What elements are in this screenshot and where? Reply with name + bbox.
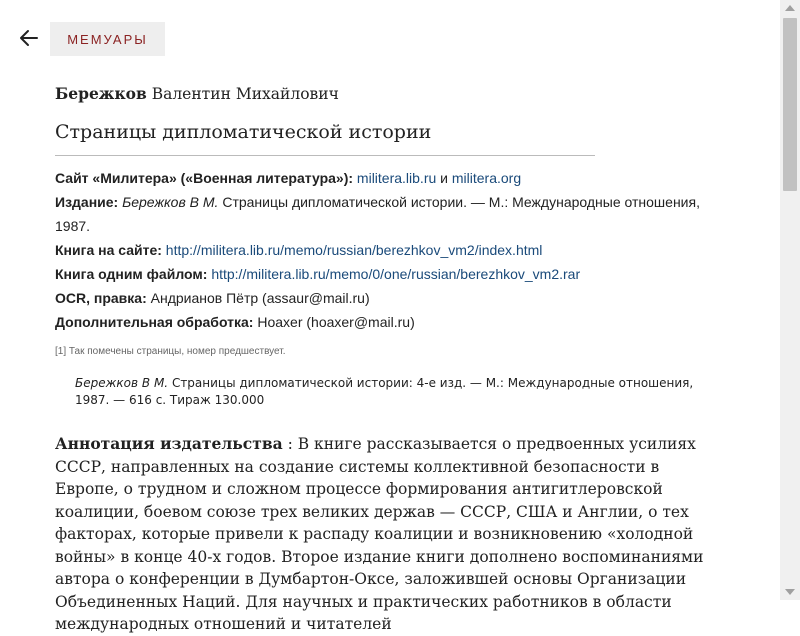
author-last-name: Бережков (55, 84, 147, 103)
onefile-label: Книга одним файлом: (55, 266, 208, 282)
bibliography: Бережков В М. Страницы дипломатической и… (75, 375, 725, 409)
annotation-text: : В книге рассказывается о предвоенных у… (55, 435, 704, 633)
onefile-row: Книга одним файлом: http://militera.lib.… (55, 262, 725, 286)
site-link-org[interactable]: militera.org (452, 170, 521, 186)
back-button[interactable] (18, 27, 40, 49)
scrollbar-thumb[interactable] (783, 18, 797, 191)
edition-row: Издание: Бережков В М. Страницы дипломат… (55, 190, 725, 238)
onefile-link[interactable]: http://militera.lib.ru/memo/0/one/russia… (211, 266, 580, 282)
site-link-lib[interactable]: militera.lib.ru (357, 170, 436, 186)
arrow-left-icon (20, 30, 38, 46)
site-label: Сайт «Милитера» («Военная литература»): (55, 170, 354, 186)
ocr-text: Андрианов Пётр (assaur@mail.ru) (146, 290, 370, 306)
biblio-title: Страницы дипломатической истории: (168, 376, 413, 390)
annotation-label: Аннотация издательства (55, 434, 283, 453)
site-row: Сайт «Милитера» («Военная литература»): … (55, 166, 725, 190)
onsite-label: Книга на сайте: (55, 242, 162, 258)
extra-label: Дополнительная обработка: (55, 314, 254, 330)
annotation: Аннотация издательства : В книге рассказ… (55, 433, 725, 636)
scroll-down-icon[interactable] (785, 589, 795, 595)
book-info: Сайт «Милитера» («Военная литература»): … (55, 166, 725, 334)
extra-row: Дополнительная обработка: Hoaxer (hoaxer… (55, 310, 725, 334)
onsite-link[interactable]: http://militera.lib.ru/memo/russian/bere… (166, 242, 543, 258)
category-tag[interactable]: Мемуары (50, 22, 165, 56)
title-divider (55, 155, 595, 156)
book-title: Страницы дипломатической истории (55, 121, 432, 143)
book-content: Бережков Валентин Михайлович Страницы ди… (55, 80, 725, 636)
author-first-names: Валентин Михайлович (146, 85, 339, 103)
scrollbar[interactable] (780, 0, 800, 600)
extra-text: Hoaxer (hoaxer@mail.ru) (253, 314, 415, 330)
biblio-author: Бережков В М. (75, 376, 169, 390)
page-note: [1] Так помечены страницы, номер предшес… (55, 346, 286, 357)
ocr-label: OCR, правка: (55, 290, 147, 306)
top-bar: Мемуары (0, 0, 780, 60)
scroll-up-icon[interactable] (785, 5, 795, 11)
edition-label: Издание: (55, 194, 119, 210)
edition-author: Бережков В М. (122, 194, 219, 210)
ocr-row: OCR, правка: Андрианов Пётр (assaur@mail… (55, 286, 725, 310)
onsite-row: Книга на сайте: http://militera.lib.ru/m… (55, 238, 725, 262)
author-name: Бережков Валентин Михайлович (55, 84, 725, 103)
site-and: и (436, 170, 452, 186)
